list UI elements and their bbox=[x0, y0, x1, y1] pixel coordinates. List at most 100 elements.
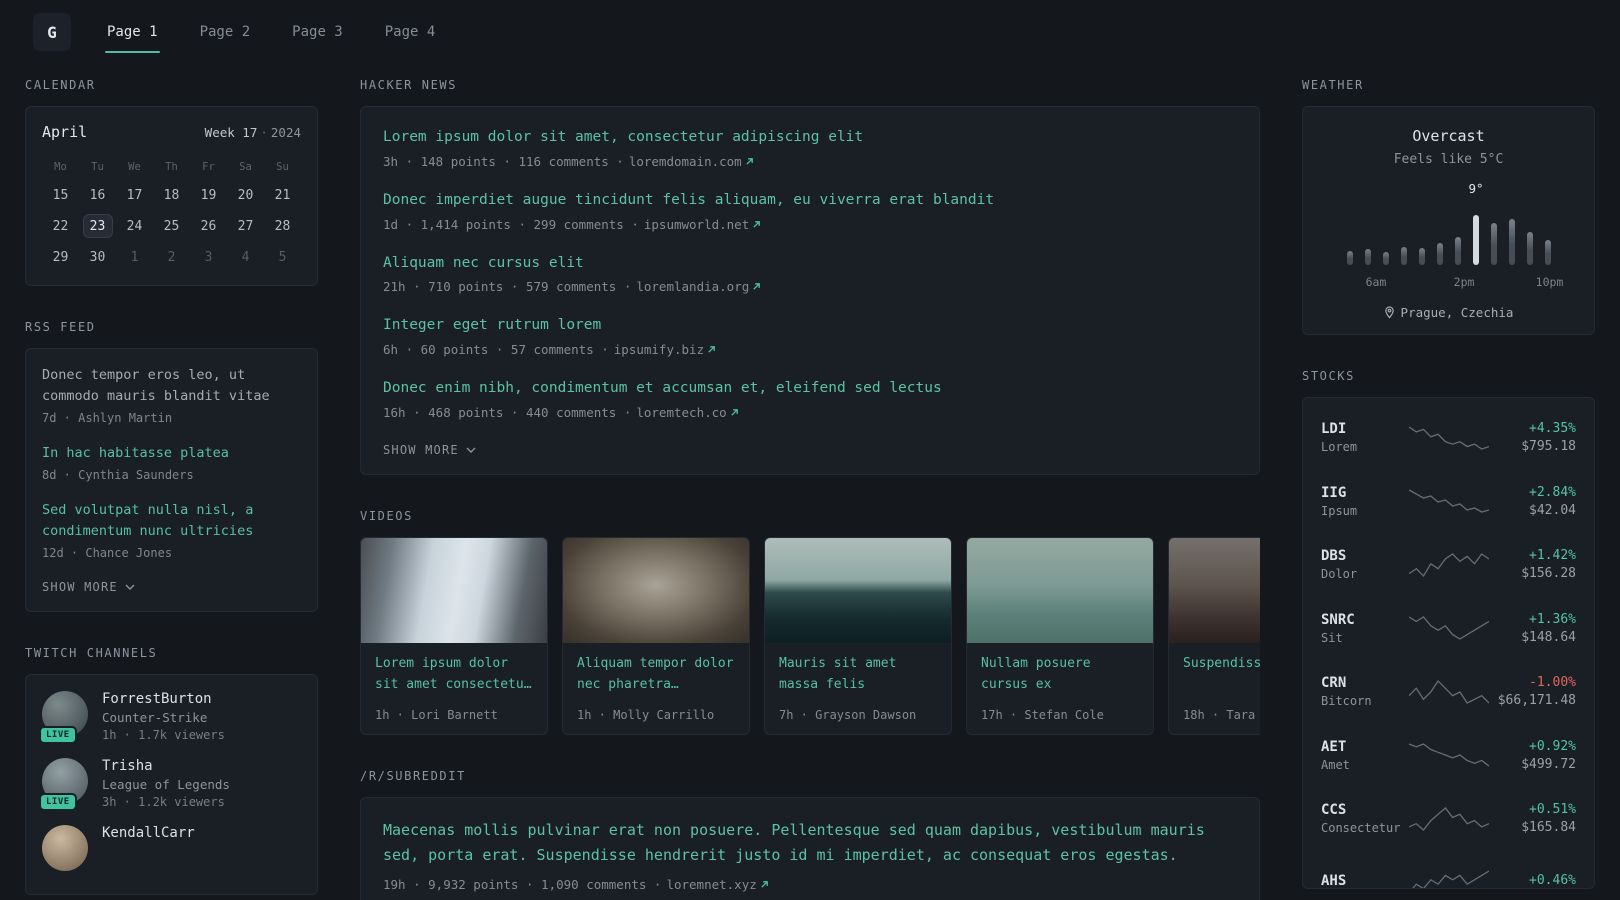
hn-source-link[interactable]: loremtech.co bbox=[636, 405, 738, 420]
hn-item-title[interactable]: Donec imperdiet augue tincidunt felis al… bbox=[383, 190, 1237, 212]
stock-row[interactable]: CRN Bitcorn -1.00% $66,171.48 bbox=[1321, 660, 1576, 724]
calendar-day: 4 bbox=[241, 249, 250, 265]
stocks-widget: Stocks LDI Lorem +4.35% $795.18 IIG Ipsum +… bbox=[1302, 369, 1595, 889]
rss-item-title[interactable]: Sed volutpat nulla nisl, a condimentum n… bbox=[42, 500, 301, 542]
video-thumbnail bbox=[765, 537, 951, 643]
stock-name: Consectetur bbox=[1321, 821, 1401, 836]
rss-item-title[interactable]: In hac habitasse platea bbox=[42, 443, 301, 464]
stock-price: $499.72 bbox=[1521, 756, 1576, 772]
subreddit-widget: /r/subreddit Maecenas mollis pulvinar er… bbox=[360, 769, 1260, 900]
weather-bar bbox=[1490, 223, 1497, 265]
video-thumbnail bbox=[967, 537, 1153, 643]
weather-bar bbox=[1400, 247, 1407, 265]
hn-item-title[interactable]: Lorem ipsum dolor sit amet, consectetur … bbox=[383, 127, 1237, 149]
hackernews-section-title: Hacker News bbox=[360, 78, 458, 92]
calendar-day-header: Tu bbox=[91, 161, 104, 173]
calendar-day-header: Su bbox=[276, 161, 289, 173]
stock-price: $42.04 bbox=[1529, 502, 1576, 518]
tab-page-3[interactable]: Page 3 bbox=[290, 3, 345, 61]
calendar-year: 2024 bbox=[270, 125, 301, 140]
channel-avatar bbox=[42, 824, 88, 871]
stock-row[interactable]: AHS +0.46% bbox=[1321, 851, 1576, 889]
tab-page-4[interactable]: Page 4 bbox=[383, 3, 438, 61]
calendar-day-header: Sa bbox=[239, 161, 252, 173]
video-title: Lorem ipsum dolor sit amet consectetu… bbox=[375, 655, 532, 692]
video-card[interactable]: Nullam posuere cursus ex 17h · Stefan Co… bbox=[966, 536, 1154, 735]
rss-show-more-button[interactable]: Show more bbox=[42, 580, 135, 594]
weather-widget: Weather Overcast Feels like 5°C 9° 6am 2… bbox=[1302, 78, 1595, 335]
calendar-day: 27 bbox=[237, 218, 254, 234]
stock-row[interactable]: LDI Lorem +4.35% $795.18 bbox=[1321, 406, 1576, 470]
hn-source-link[interactable]: ipsumify.biz bbox=[614, 342, 716, 357]
location-pin-icon bbox=[1384, 306, 1394, 319]
weather-bar bbox=[1508, 219, 1515, 265]
calendar-day: 19 bbox=[200, 187, 217, 203]
reddit-post-title[interactable]: Maecenas mollis pulvinar erat non posuer… bbox=[383, 818, 1233, 869]
page-tabs: Page 1 Page 2 Page 3 Page 4 bbox=[105, 0, 437, 64]
external-link-icon bbox=[753, 220, 761, 228]
hn-source-link[interactable]: loremlandia.org bbox=[636, 279, 761, 294]
stock-sparkline bbox=[1408, 486, 1489, 516]
stock-row[interactable]: CCS Consectetur +0.51% $165.84 bbox=[1321, 787, 1576, 851]
weather-bar bbox=[1346, 251, 1353, 265]
twitch-channel-row[interactable]: KendallCarr bbox=[42, 824, 301, 871]
stock-row[interactable]: DBS Dolor +1.42% $156.28 bbox=[1321, 533, 1576, 597]
app-logo[interactable]: G bbox=[33, 13, 71, 51]
channel-name: KendallCarr bbox=[102, 824, 195, 841]
calendar-month: April bbox=[42, 123, 88, 141]
videos-carousel[interactable]: Lorem ipsum dolor sit amet consectetu… 1… bbox=[360, 536, 1260, 735]
external-link-icon bbox=[761, 880, 768, 888]
stock-change: +4.35% bbox=[1529, 421, 1576, 437]
weather-bar bbox=[1454, 237, 1461, 265]
video-card[interactable]: Aliquam tempor dolor nec pharetra… 1h · … bbox=[562, 536, 750, 735]
stock-symbol: AHS bbox=[1321, 872, 1347, 889]
twitch-channel-row[interactable]: LIVE Trisha League of Legends 3h · 1.2k … bbox=[39, 757, 301, 811]
calendar-widget: Calendar April Week 17 · 2024 Mo Tu We Th Fr Sa… bbox=[25, 78, 318, 286]
hn-item-title[interactable]: Integer eget rutrum lorem bbox=[383, 315, 1237, 337]
hn-item-title[interactable]: Donec enim nibh, condimentum et accumsan… bbox=[383, 378, 1237, 400]
stock-symbol: DBS bbox=[1321, 548, 1347, 565]
calendar-day-header: Mo bbox=[54, 161, 67, 173]
weather-condition: Overcast bbox=[1412, 127, 1485, 145]
stock-row[interactable]: AET Amet +0.92% $499.72 bbox=[1321, 724, 1576, 788]
hn-item-meta: 16h · 468 points · 440 comments · loremt… bbox=[383, 405, 1237, 420]
stock-symbol: SNRC bbox=[1321, 611, 1355, 628]
rss-item: Sed volutpat nulla nisl, a condimentum n… bbox=[42, 500, 301, 560]
video-meta: 1h · Molly Carrillo bbox=[577, 707, 715, 722]
hackernews-card: Lorem ipsum dolor sit amet, consectetur … bbox=[360, 106, 1260, 475]
video-card[interactable]: Mauris sit amet massa felis 7h · Grayson… bbox=[764, 536, 952, 735]
hn-item-meta: 3h · 148 points · 116 comments · loremdo… bbox=[383, 154, 1237, 169]
chevron-down-icon bbox=[125, 584, 135, 590]
chevron-down-icon bbox=[466, 447, 476, 453]
stock-row[interactable]: IIG Ipsum +2.84% $42.04 bbox=[1321, 470, 1576, 534]
stock-price: $66,171.48 bbox=[1497, 693, 1576, 709]
calendar-day-header: Th bbox=[165, 161, 178, 173]
video-card[interactable]: Lorem ipsum dolor sit amet consectetu… 1… bbox=[360, 536, 548, 735]
video-title: Mauris sit amet massa felis bbox=[779, 655, 897, 692]
tab-page-2[interactable]: Page 2 bbox=[198, 3, 253, 61]
stock-name: Ipsum bbox=[1321, 503, 1358, 518]
weather-bar bbox=[1526, 232, 1533, 265]
rss-section-title: RSS Feed bbox=[25, 320, 96, 334]
hn-source-link[interactable]: loremdomain.com bbox=[629, 154, 754, 169]
calendar-day-headers: Mo Tu We Th Fr Sa Su bbox=[42, 161, 301, 173]
video-card[interactable]: Suspendisse diam 18h · Tara bbox=[1168, 536, 1260, 735]
channel-game: Counter-Strike bbox=[102, 709, 208, 725]
stock-row[interactable]: SNRC Sit +1.36% $148.64 bbox=[1321, 597, 1576, 661]
hn-show-more-button[interactable]: Show more bbox=[383, 443, 476, 457]
tab-page-1[interactable]: Page 1 bbox=[105, 3, 160, 61]
twitch-section-title: Twitch channels bbox=[25, 645, 158, 660]
rss-item-title[interactable]: Donec tempor eros leo, ut commodo mauris… bbox=[42, 365, 301, 407]
weather-bar bbox=[1436, 243, 1443, 265]
reddit-source-link[interactable]: loremnet.xyz bbox=[666, 877, 768, 892]
avatar: LIVE bbox=[39, 690, 88, 744]
stock-name: Sit bbox=[1321, 630, 1343, 645]
hn-source-link[interactable]: ipsumworld.net bbox=[644, 217, 761, 232]
calendar-day: 5 bbox=[278, 249, 287, 265]
hn-item-title[interactable]: Aliquam nec cursus elit bbox=[383, 253, 1237, 275]
rss-item-meta: 8d · Cynthia Saunders bbox=[42, 467, 194, 482]
stock-price: $795.18 bbox=[1521, 439, 1576, 455]
weather-hourly-chart: 9° bbox=[1319, 181, 1578, 267]
video-thumbnail bbox=[361, 537, 547, 643]
twitch-channel-row[interactable]: LIVE ForrestBurton Counter-Strike 1h · 1… bbox=[39, 690, 301, 744]
